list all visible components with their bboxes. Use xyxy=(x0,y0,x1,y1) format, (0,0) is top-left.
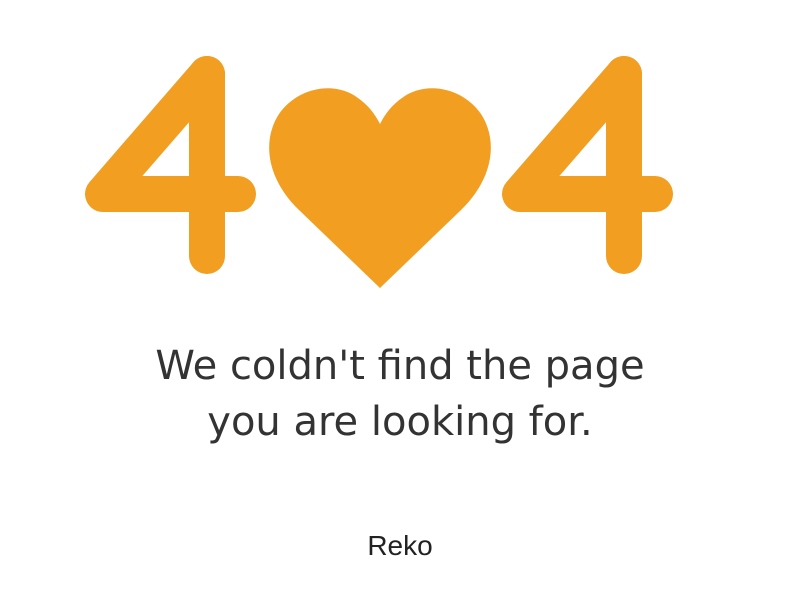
error-code-svg xyxy=(85,56,673,288)
error-page: 404 We coldn't find the page you are loo… xyxy=(0,0,800,612)
not-found-message-line-1: We coldn't find the page xyxy=(155,343,645,389)
not-found-message-line-2: you are looking for. xyxy=(207,399,593,445)
digit-four-right xyxy=(502,56,673,274)
not-found-message: We coldn't find the page you are looking… xyxy=(0,338,800,450)
digit-four-left xyxy=(85,56,256,274)
brand-name: Reko xyxy=(367,530,433,561)
error-code-graphic: 404 xyxy=(0,0,800,300)
heart-icon xyxy=(269,88,491,288)
